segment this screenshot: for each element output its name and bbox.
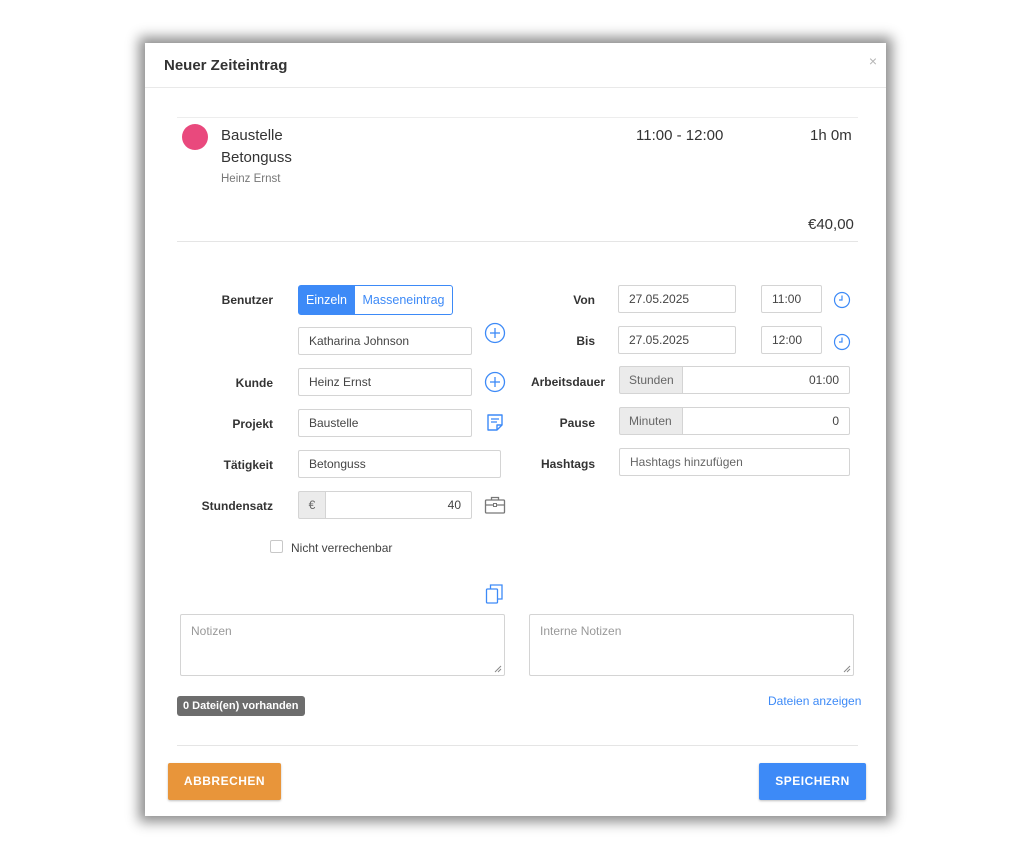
not-billable-checkbox[interactable] [270,540,283,553]
summary-client: Heinz Ernst [221,173,281,185]
summary-divider-top [177,117,858,118]
from-clock-icon[interactable] [833,291,851,309]
copy-icon[interactable] [485,583,504,605]
rate-field[interactable]: 40 [325,491,472,519]
duration-field[interactable]: 01:00 [682,366,850,394]
internal-notes-textarea[interactable]: Interne Notizen [529,614,854,676]
cancel-button[interactable]: ABBRECHEN [168,763,281,800]
project-label: Projekt [232,417,273,431]
internal-notes-placeholder: Interne Notizen [540,624,622,638]
hashtags-input[interactable]: Hashtags hinzufügen [619,448,850,476]
save-button[interactable]: SPEICHERN [759,763,866,800]
activity-label: Tätigkeit [223,458,273,472]
to-clock-icon[interactable] [833,333,851,351]
to-label: Bis [576,334,595,348]
notes-placeholder: Notizen [191,624,232,638]
summary-time-range: 11:00 - 12:00 [636,127,724,144]
briefcase-icon[interactable] [484,495,506,515]
summary-task: Betonguss [221,149,292,166]
not-billable-label: Nicht verrechenbar [291,541,393,555]
user-field[interactable]: Katharina Johnson [298,327,472,355]
from-date-field[interactable]: 27.05.2025 [618,285,736,313]
pause-field[interactable]: 0 [682,407,850,435]
show-files-link[interactable]: Dateien anzeigen [768,694,861,708]
duration-unit: Stunden [619,366,683,394]
mode-bulk-button[interactable]: Masseneintrag [354,285,453,315]
time-entry-dialog: Neuer Zeiteintrag × Baustelle Betonguss … [145,43,886,816]
pause-label: Pause [559,416,595,430]
activity-field[interactable]: Betonguss [298,450,501,478]
mode-single-button[interactable]: Einzeln [298,285,355,315]
files-count-badge: 0 Datei(en) vorhanden [177,696,305,716]
summary-divider-bottom [177,241,858,242]
dialog-title: Neuer Zeiteintrag [164,57,288,74]
resize-grip-icon[interactable] [843,665,851,673]
from-time-field[interactable]: 11:00 [761,285,822,313]
to-time-field[interactable]: 12:00 [761,326,822,354]
client-label: Kunde [235,376,273,390]
project-field[interactable]: Baustelle [298,409,472,437]
rate-label: Stundensatz [201,499,273,513]
duration-label: Arbeitsdauer [530,375,605,389]
close-icon[interactable]: × [869,53,877,69]
note-icon[interactable] [486,413,504,432]
pause-unit: Minuten [619,407,683,435]
summary-project: Baustelle [221,127,283,144]
add-user-plus-icon[interactable] [484,322,506,344]
client-field[interactable]: Heinz Ernst [298,368,472,396]
summary-duration: 1h 0m [810,127,852,144]
notes-textarea[interactable]: Notizen [180,614,505,676]
summary-amount: €40,00 [808,216,854,233]
footer-divider [177,745,858,746]
dialog-header: Neuer Zeiteintrag × [145,43,886,88]
resize-grip-icon[interactable] [494,665,502,673]
project-color-dot [182,124,208,150]
rate-currency: € [298,491,326,519]
add-client-plus-icon[interactable] [484,371,506,393]
hashtags-label: Hashtags [540,457,595,471]
user-label: Benutzer [221,293,273,307]
from-label: Von [573,293,595,307]
to-date-field[interactable]: 27.05.2025 [618,326,736,354]
